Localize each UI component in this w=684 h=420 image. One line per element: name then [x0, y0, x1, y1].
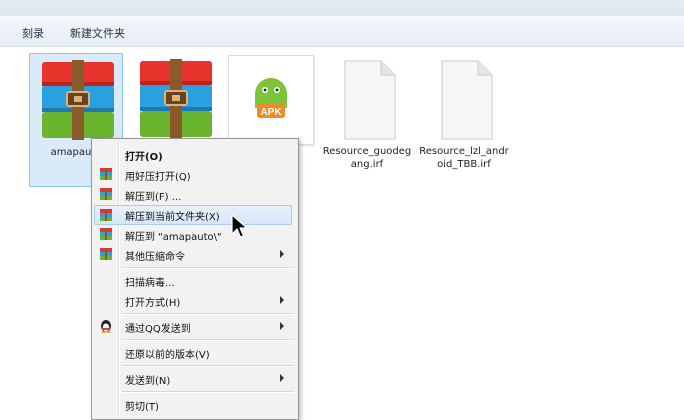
new-folder-button[interactable]: 新建文件夹	[70, 25, 125, 41]
winrar-archive-icon	[140, 59, 212, 139]
menu-item-label: 解压到当前文件夹(X)	[125, 212, 220, 223]
menu-separator	[122, 267, 294, 269]
menu-item-label: 解压到(F) ...	[125, 192, 182, 203]
menu-separator	[122, 339, 294, 341]
menu-item-cut[interactable]: 剪切(T)	[95, 395, 293, 415]
submenu-arrow-icon	[280, 322, 284, 330]
apk-badge: APK	[260, 107, 282, 118]
submenu-arrow-icon	[280, 296, 284, 304]
submenu-arrow-icon	[280, 374, 284, 382]
menu-item-other-compress[interactable]: 其他压缩命令	[95, 245, 293, 265]
blank-file-icon	[441, 60, 493, 140]
menu-item-open[interactable]: 打开(O)	[95, 145, 293, 165]
winrar-icon	[100, 209, 112, 221]
winrar-icon	[100, 168, 112, 180]
mouse-cursor-icon	[231, 214, 248, 238]
menu-item-extract-to-folder[interactable]: 解压到 "amapauto\"	[95, 225, 293, 245]
menu-item-restore-previous[interactable]: 还原以前的版本(V)	[95, 343, 293, 363]
winrar-icon	[100, 248, 112, 260]
menu-separator	[122, 391, 294, 393]
menu-item-open-with[interactable]: 打开方式(H)	[95, 291, 293, 311]
menu-item-send-via-qq[interactable]: 通过QQ发送到	[95, 317, 293, 337]
menu-item-open-with-haozip[interactable]: 用好压打开(Q)	[95, 165, 293, 185]
burn-button[interactable]: 刻录	[22, 25, 44, 41]
file-item-resource-guodegang[interactable]: Resource_guodegang.irf	[321, 53, 413, 185]
menu-item-extract-to[interactable]: 解压到(F) ...	[95, 185, 293, 205]
file-name: Resource_lzl_android_TBB.irf	[419, 146, 509, 170]
menu-item-label: 用好压打开(Q)	[125, 172, 191, 183]
menu-item-scan-virus[interactable]: 扫描病毒...	[95, 271, 293, 291]
menu-separator	[122, 313, 294, 315]
winrar-archive-icon	[42, 60, 114, 140]
menu-item-label: 通过QQ发送到	[125, 324, 191, 335]
apk-thumbnail: APK	[228, 55, 314, 145]
menu-item-label: 其他压缩命令	[125, 252, 185, 263]
menu-item-label: 打开(O)	[125, 152, 163, 163]
submenu-arrow-icon	[280, 250, 284, 258]
menu-item-label: 发送到(N)	[125, 376, 171, 387]
menu-item-extract-here[interactable]: 解压到当前文件夹(X)	[94, 205, 292, 225]
window-top-strip	[0, 0, 684, 16]
file-name: Resource_guodegang.irf	[322, 146, 412, 170]
winrar-icon	[100, 188, 112, 200]
explorer-toolbar: 刻录 新建文件夹	[0, 16, 684, 47]
blank-file-icon	[344, 60, 396, 140]
apk-android-icon: APK	[255, 78, 287, 118]
context-menu: 打开(O) 用好压打开(Q) 解压到(F) ... 解压到当前文件夹(X) 解压…	[91, 138, 299, 420]
winrar-icon	[100, 228, 112, 240]
menu-separator	[122, 365, 294, 367]
menu-item-label: 打开方式(H)	[125, 298, 181, 309]
file-item-resource-lzl-android[interactable]: Resource_lzl_android_TBB.irf	[418, 53, 510, 185]
menu-item-label: 扫描病毒...	[125, 278, 175, 289]
menu-item-label: 剪切(T)	[125, 402, 159, 413]
menu-item-label: 还原以前的版本(V)	[125, 350, 210, 361]
menu-item-send-to[interactable]: 发送到(N)	[95, 369, 293, 389]
menu-item-label: 解压到 "amapauto\"	[125, 232, 222, 243]
qq-penguin-icon	[101, 320, 111, 333]
